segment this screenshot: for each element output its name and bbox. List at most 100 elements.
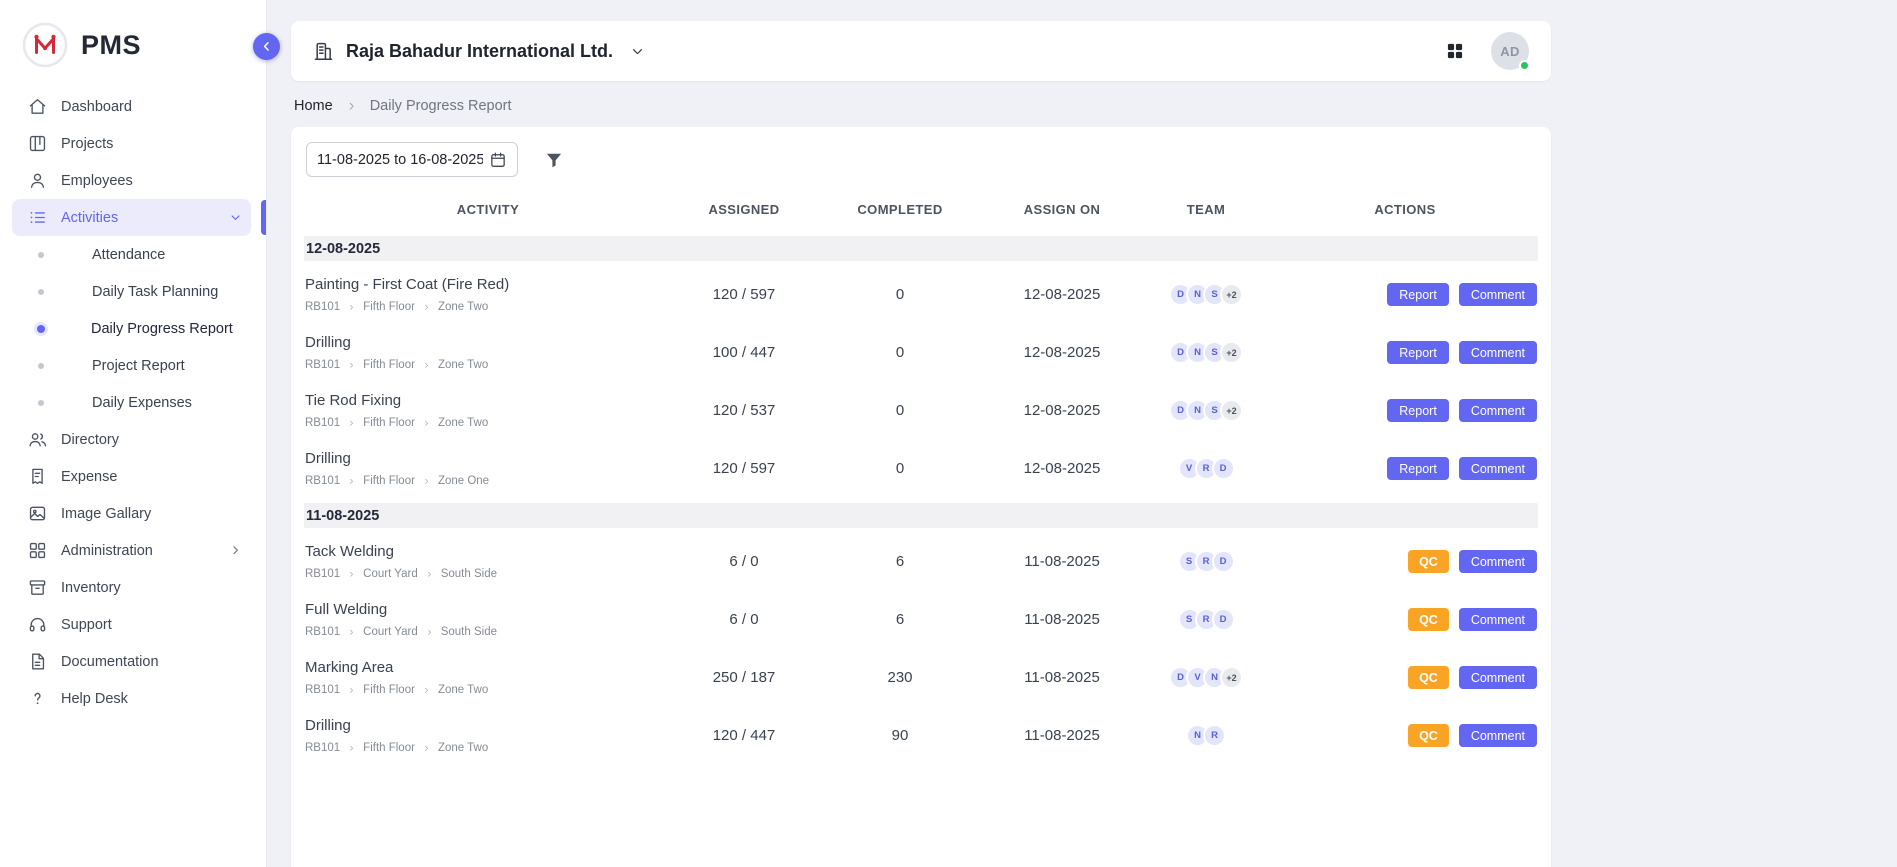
sidebar-item-help-desk[interactable]: Help Desk: [12, 680, 251, 717]
assign-on-value: 11-08-2025: [984, 611, 1140, 628]
team-extra-badge[interactable]: +2: [1220, 666, 1243, 689]
sidebar-item-label: Help Desk: [61, 691, 243, 707]
sidebar-item-directory[interactable]: Directory: [12, 421, 251, 458]
assign-on-value: 12-08-2025: [984, 402, 1140, 419]
chevron-right-icon: [347, 570, 356, 579]
filter-icon[interactable]: [544, 150, 564, 170]
bullet-icon: [38, 252, 44, 258]
team-cell: DVN+2: [1140, 666, 1272, 689]
team-cell: SRD: [1140, 550, 1272, 573]
report-button[interactable]: Report: [1387, 457, 1449, 480]
comment-button[interactable]: Comment: [1459, 666, 1537, 689]
sidebar-item-support[interactable]: Support: [12, 606, 251, 643]
helpdesk-icon: [28, 689, 47, 708]
report-button[interactable]: Report: [1387, 399, 1449, 422]
activity-title: Drilling: [305, 717, 672, 734]
sidebar-collapse-button[interactable]: [253, 33, 280, 60]
comment-button[interactable]: Comment: [1459, 550, 1537, 573]
sidebar-subitem-daily-expenses[interactable]: Daily Expenses: [0, 384, 266, 421]
comment-button[interactable]: Comment: [1459, 341, 1537, 364]
completed-value: 0: [816, 286, 984, 303]
content-card: ACTIVITY ASSIGNED COMPLETED ASSIGN ON TE…: [291, 127, 1551, 867]
team-extra-badge[interactable]: +2: [1220, 283, 1243, 306]
chevron-right-icon: [422, 686, 431, 695]
sidebar-nav: Dashboard Projects Employees Activities Atte…: [0, 88, 266, 717]
assigned-value: 120 / 447: [672, 727, 816, 744]
comment-button[interactable]: Comment: [1459, 608, 1537, 631]
activity-cell: Full WeldingRB101Court YardSouth Side: [304, 601, 672, 638]
sidebar-item-image-gallary[interactable]: Image Gallary: [12, 495, 251, 532]
sidebar-item-label: Employees: [61, 173, 243, 189]
qc-button[interactable]: QC: [1408, 724, 1449, 747]
activity-path: RB101Fifth FloorZone Two: [305, 359, 672, 371]
date-range-input[interactable]: [317, 152, 483, 168]
comment-button[interactable]: Comment: [1459, 724, 1537, 747]
topbar-right: AD: [1445, 32, 1529, 70]
brand[interactable]: PMS: [0, 16, 266, 88]
qc-button[interactable]: QC: [1408, 608, 1449, 631]
qc-button[interactable]: QC: [1408, 550, 1449, 573]
sidebar-item-administration[interactable]: Administration: [12, 532, 251, 569]
sidebar-subitem-attendance[interactable]: Attendance: [0, 236, 266, 273]
chevron-right-icon: [228, 543, 243, 558]
assign-on-value: 11-08-2025: [984, 553, 1140, 570]
report-button[interactable]: Report: [1387, 283, 1449, 306]
team-cell: DNS+2: [1140, 341, 1272, 364]
bullet-icon: [37, 325, 45, 333]
main-content: Raja Bahadur International Ltd. AD Home …: [267, 0, 1897, 867]
sidebar-subitem-label: Attendance: [92, 247, 165, 263]
sidebar-subitem-project-report[interactable]: Project Report: [0, 347, 266, 384]
company-selector[interactable]: Raja Bahadur International Ltd.: [313, 41, 646, 62]
sidebar-item-documentation[interactable]: Documentation: [12, 643, 251, 680]
sidebar-item-expense[interactable]: Expense: [12, 458, 251, 495]
gallery-icon: [28, 504, 47, 523]
chevron-right-icon: [422, 361, 431, 370]
sidebar-item-label: Activities: [61, 210, 214, 226]
team-cell: VRD: [1140, 457, 1272, 480]
bullet-icon: [38, 289, 44, 295]
activity-cell: Tie Rod FixingRB101Fifth FloorZone Two: [304, 392, 672, 429]
chevron-right-icon: [422, 477, 431, 486]
activity-path: RB101Fifth FloorZone Two: [305, 684, 672, 696]
assigned-value: 250 / 187: [672, 669, 816, 686]
company-name: Raja Bahadur International Ltd.: [346, 41, 613, 62]
comment-button[interactable]: Comment: [1459, 283, 1537, 306]
date-range-control[interactable]: [306, 142, 518, 177]
assign-on-value: 12-08-2025: [984, 344, 1140, 361]
column-header-activity: ACTIVITY: [304, 202, 672, 217]
breadcrumb-home[interactable]: Home: [294, 98, 333, 114]
apps-grid-icon[interactable]: [1445, 41, 1465, 61]
path-segment: Zone Two: [438, 742, 488, 754]
activity-path: RB101Fifth FloorZone One: [305, 475, 672, 487]
sidebar-item-dashboard[interactable]: Dashboard: [12, 88, 251, 125]
team-extra-badge[interactable]: +2: [1220, 341, 1243, 364]
employees-icon: [28, 171, 47, 190]
sidebar-item-activities[interactable]: Activities: [12, 199, 251, 236]
chevron-down-icon: [228, 210, 243, 225]
sidebar-item-label: Support: [61, 617, 243, 633]
sidebar-subitem-daily-task-planning[interactable]: Daily Task Planning: [0, 273, 266, 310]
user-avatar[interactable]: AD: [1491, 32, 1529, 70]
report-button[interactable]: Report: [1387, 341, 1449, 364]
sidebar-item-label: Projects: [61, 136, 243, 152]
bullet-icon: [38, 363, 44, 369]
path-segment: South Side: [441, 568, 497, 580]
comment-button[interactable]: Comment: [1459, 457, 1537, 480]
chevron-right-icon: [422, 303, 431, 312]
logo-icon: [22, 22, 68, 68]
avatar-initials: AD: [1500, 44, 1519, 59]
comment-button[interactable]: Comment: [1459, 399, 1537, 422]
sidebar-item-employees[interactable]: Employees: [12, 162, 251, 199]
sidebar-item-projects[interactable]: Projects: [12, 125, 251, 162]
team-extra-badge[interactable]: +2: [1220, 399, 1243, 422]
administration-icon: [28, 541, 47, 560]
sidebar-subitem-daily-progress-report[interactable]: Daily Progress Report: [0, 310, 266, 347]
calendar-icon[interactable]: [489, 151, 507, 169]
chevron-right-icon: [347, 628, 356, 637]
qc-button[interactable]: QC: [1408, 666, 1449, 689]
actions-cell: QC Comment: [1272, 724, 1538, 747]
column-header-actions: ACTIONS: [1272, 202, 1538, 217]
sidebar-item-inventory[interactable]: Inventory: [12, 569, 251, 606]
actions-cell: QC Comment: [1272, 608, 1538, 631]
actions-cell: Report Comment: [1272, 341, 1538, 364]
